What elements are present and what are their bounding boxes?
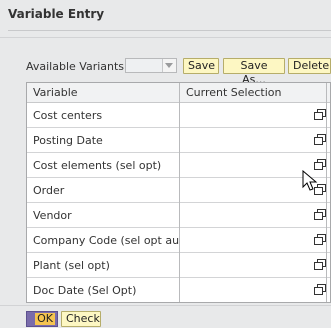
dialog-title: Variable Entry <box>8 7 105 21</box>
variable-label: Company Code (sel opt auth) <box>33 234 195 247</box>
chevron-down-icon[interactable] <box>165 63 173 68</box>
header-divider <box>0 37 331 38</box>
variants-dropdown[interactable] <box>125 58 177 73</box>
variable-label: Vendor <box>33 209 72 222</box>
ok-button[interactable]: OK <box>26 311 58 327</box>
footer-divider <box>0 305 331 306</box>
selection-input[interactable] <box>180 203 326 227</box>
column-header-variable: Variable <box>33 86 78 99</box>
available-variants-label: Available Variants: <box>26 60 128 73</box>
value-help-icon[interactable] <box>314 159 326 170</box>
variable-label: Cost elements (sel opt) <box>33 159 162 172</box>
variants-dropdown-value <box>126 59 163 72</box>
save-as-variant-button[interactable]: Save As... <box>223 58 285 86</box>
selection-input[interactable] <box>180 103 326 127</box>
value-help-icon[interactable] <box>314 209 326 220</box>
check-button[interactable]: Check <box>61 311 101 327</box>
value-help-icon[interactable] <box>314 284 326 295</box>
variable-label: Doc Date (Sel Opt) <box>33 284 137 297</box>
selection-input[interactable] <box>180 228 326 252</box>
column-header-current-selection: Current Selection <box>186 86 282 99</box>
variable-label: Plant (sel opt) <box>33 259 110 272</box>
selection-input[interactable] <box>180 278 326 302</box>
value-help-icon[interactable] <box>314 259 326 270</box>
save-variant-button[interactable]: Save <box>183 58 219 74</box>
value-help-icon[interactable] <box>314 109 326 120</box>
selection-input[interactable] <box>180 128 326 152</box>
ok-button-label: OK <box>35 313 55 325</box>
title-divider <box>8 30 331 31</box>
value-help-icon[interactable] <box>314 234 326 245</box>
delete-variant-button[interactable]: Delete <box>288 58 331 74</box>
variable-label: Cost centers <box>33 109 103 122</box>
variable-label: Order <box>33 184 65 197</box>
column-divider <box>179 83 180 302</box>
selection-input[interactable] <box>180 253 326 277</box>
mouse-pointer-icon <box>302 170 318 191</box>
value-help-icon[interactable] <box>314 134 326 145</box>
variable-label: Posting Date <box>33 134 103 147</box>
variable-table: Variable Current Selection Cost centers … <box>26 82 331 303</box>
column-divider-right <box>326 83 327 302</box>
